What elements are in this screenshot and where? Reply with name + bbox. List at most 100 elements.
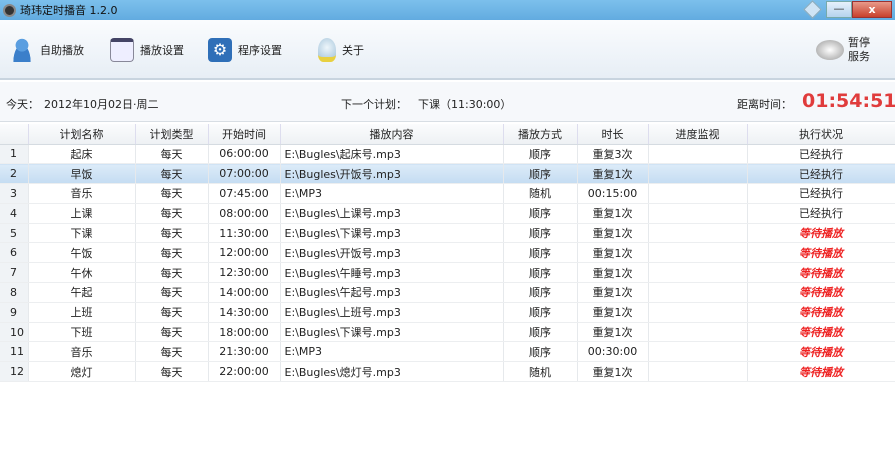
execution-status-cell: 已经执行 bbox=[747, 203, 895, 224]
start-time-cell: 21:30:00 bbox=[208, 341, 281, 363]
table-row[interactable]: 11 音乐 每天 21:30:00 E:\MP3 顺序 00:30:00 等待播放 bbox=[0, 341, 895, 363]
self-play-button[interactable]: 自助播放 bbox=[10, 38, 84, 62]
plan-type-cell: 每天 bbox=[135, 242, 209, 264]
today-label: 今天： bbox=[6, 98, 39, 111]
plan-name-cell: 午休 bbox=[28, 262, 136, 284]
about-button[interactable]: 关于 bbox=[318, 38, 364, 62]
row-number-cell: 5 bbox=[0, 223, 29, 244]
play-settings-button[interactable]: 播放设置 bbox=[110, 38, 184, 62]
start-time-cell: 07:45:00 bbox=[208, 183, 281, 204]
schedule-table: 计划名称 计划类型 开始时间 播放内容 播放方式 时长 进度监视 执行状况 1 起床 每天 06:0… bbox=[0, 124, 895, 383]
start-time-cell: 18:00:00 bbox=[208, 322, 281, 343]
plan-type-cell: 每天 bbox=[135, 163, 209, 185]
close-button[interactable]: x bbox=[852, 1, 892, 18]
help-icon[interactable] bbox=[803, 0, 822, 19]
table-row[interactable]: 12 熄灯 每天 22:00:00 E:\Bugles\熄灯号.mp3 随机 重复1次 等待播… bbox=[0, 361, 895, 383]
about-label: 关于 bbox=[342, 44, 364, 57]
plan-name-cell: 下班 bbox=[28, 322, 136, 343]
plan-name-cell: 音乐 bbox=[28, 341, 136, 363]
plan-type-cell: 每天 bbox=[135, 223, 209, 244]
progress-monitor-cell bbox=[648, 262, 748, 284]
duration-cell: 00:15:00 bbox=[577, 183, 649, 204]
duration-cell: 重复1次 bbox=[577, 203, 649, 224]
play-content-cell: E:\MP3 bbox=[280, 183, 504, 204]
duration-cell: 重复1次 bbox=[577, 242, 649, 264]
play-content-cell: E:\Bugles\下课号.mp3 bbox=[280, 223, 504, 244]
play-mode-cell: 顺序 bbox=[503, 242, 578, 264]
execution-status-cell: 等待播放 bbox=[747, 302, 895, 323]
program-settings-button[interactable]: ⚙ 程序设置 bbox=[208, 38, 282, 62]
progress-monitor-cell bbox=[648, 163, 748, 185]
plan-name-cell: 午饭 bbox=[28, 242, 136, 264]
table-row[interactable]: 3 音乐 每天 07:45:00 E:\MP3 随机 00:15:00 已经执行 bbox=[0, 183, 895, 204]
execution-status-cell: 等待播放 bbox=[747, 341, 895, 363]
execution-status-cell: 等待播放 bbox=[747, 262, 895, 284]
self-play-label: 自助播放 bbox=[40, 44, 84, 57]
play-mode-cell: 顺序 bbox=[503, 341, 578, 363]
execution-status-cell: 等待播放 bbox=[747, 361, 895, 383]
plan-name-cell: 早饭 bbox=[28, 163, 136, 185]
play-content-cell: E:\Bugles\起床号.mp3 bbox=[280, 144, 504, 165]
minimize-button[interactable]: — bbox=[826, 1, 852, 18]
plan-type-cell: 每天 bbox=[135, 322, 209, 343]
plan-type-cell: 每天 bbox=[135, 282, 209, 303]
play-mode-cell: 顺序 bbox=[503, 163, 578, 185]
pause-service-button[interactable]: 暂停 服务 bbox=[816, 36, 874, 64]
table-row[interactable]: 1 起床 每天 06:00:00 E:\Bugles\起床号.mp3 顺序 重复3次 已经执行 bbox=[0, 144, 895, 165]
progress-monitor-cell bbox=[648, 361, 748, 383]
row-number-cell: 11 bbox=[0, 341, 29, 363]
table-row[interactable]: 5 下课 每天 11:30:00 E:\Bugles\下课号.mp3 顺序 重复1次 等待播放 bbox=[0, 223, 895, 244]
row-number-cell: 7 bbox=[0, 262, 29, 284]
column-header-duration[interactable]: 时长 bbox=[577, 124, 649, 145]
remaining-label: 距离时间： bbox=[737, 98, 792, 111]
plan-type-cell: 每天 bbox=[135, 361, 209, 383]
duration-cell: 重复1次 bbox=[577, 361, 649, 383]
plan-name-cell: 上课 bbox=[28, 203, 136, 224]
column-header-start-time[interactable]: 开始时间 bbox=[208, 124, 281, 145]
play-mode-cell: 顺序 bbox=[503, 223, 578, 244]
start-time-cell: 07:00:00 bbox=[208, 163, 281, 185]
table-row[interactable]: 2 早饭 每天 07:00:00 E:\Bugles\开饭号.mp3 顺序 重复1次 已经执行 bbox=[0, 163, 895, 185]
column-header-execution-status[interactable]: 执行状况 bbox=[747, 124, 895, 145]
plan-type-cell: 每天 bbox=[135, 262, 209, 284]
table-row[interactable]: 4 上课 每天 08:00:00 E:\Bugles\上课号.mp3 顺序 重复1次 已经执行 bbox=[0, 203, 895, 224]
plan-type-cell: 每天 bbox=[135, 183, 209, 204]
duration-cell: 重复1次 bbox=[577, 322, 649, 343]
column-header-play-mode[interactable]: 播放方式 bbox=[503, 124, 578, 145]
play-content-cell: E:\Bugles\熄灯号.mp3 bbox=[280, 361, 504, 383]
row-number-cell: 2 bbox=[0, 163, 29, 185]
column-header-play-content[interactable]: 播放内容 bbox=[280, 124, 504, 145]
execution-status-cell: 已经执行 bbox=[747, 144, 895, 165]
start-time-cell: 08:00:00 bbox=[208, 203, 281, 224]
column-header-row-number[interactable] bbox=[0, 124, 29, 145]
progress-monitor-cell bbox=[648, 341, 748, 363]
plan-name-cell: 起床 bbox=[28, 144, 136, 165]
table-row[interactable]: 10 下班 每天 18:00:00 E:\Bugles\下课号.mp3 顺序 重复1次 等待播… bbox=[0, 322, 895, 343]
table-row[interactable]: 6 午饭 每天 12:00:00 E:\Bugles\开饭号.mp3 顺序 重复1次 等待播放 bbox=[0, 242, 895, 264]
table-row[interactable]: 8 午起 每天 14:00:00 E:\Bugles\午起号.mp3 顺序 重复1次 等待播放 bbox=[0, 282, 895, 303]
play-mode-cell: 顺序 bbox=[503, 203, 578, 224]
play-content-cell: E:\Bugles\上课号.mp3 bbox=[280, 203, 504, 224]
play-mode-cell: 顺序 bbox=[503, 302, 578, 323]
column-header-progress-monitor[interactable]: 进度监视 bbox=[648, 124, 748, 145]
start-time-cell: 12:00:00 bbox=[208, 242, 281, 264]
gear-icon: ⚙ bbox=[208, 38, 232, 62]
column-header-plan-type[interactable]: 计划类型 bbox=[135, 124, 209, 145]
column-header-plan-name[interactable]: 计划名称 bbox=[28, 124, 136, 145]
row-number-cell: 8 bbox=[0, 282, 29, 303]
row-number-cell: 4 bbox=[0, 203, 29, 224]
table-row[interactable]: 7 午休 每天 12:30:00 E:\Bugles\午睡号.mp3 顺序 重复1次 等待播放 bbox=[0, 262, 895, 284]
pause-label-2: 服务 bbox=[848, 50, 870, 63]
progress-monitor-cell bbox=[648, 223, 748, 244]
plan-type-cell: 每天 bbox=[135, 341, 209, 363]
plan-name-cell: 上班 bbox=[28, 302, 136, 323]
plan-name-cell: 音乐 bbox=[28, 183, 136, 204]
calendar-icon bbox=[110, 38, 134, 62]
row-number-cell: 12 bbox=[0, 361, 29, 383]
start-time-cell: 14:00:00 bbox=[208, 282, 281, 303]
info-bar: 今天： 2012年10月02日·周二 下一个计划： 下课（11:30:00） 距… bbox=[0, 82, 895, 122]
start-time-cell: 11:30:00 bbox=[208, 223, 281, 244]
progress-monitor-cell bbox=[648, 322, 748, 343]
table-row[interactable]: 9 上班 每天 14:30:00 E:\Bugles\上班号.mp3 顺序 重复1次 等待播放 bbox=[0, 302, 895, 323]
progress-monitor-cell bbox=[648, 302, 748, 323]
